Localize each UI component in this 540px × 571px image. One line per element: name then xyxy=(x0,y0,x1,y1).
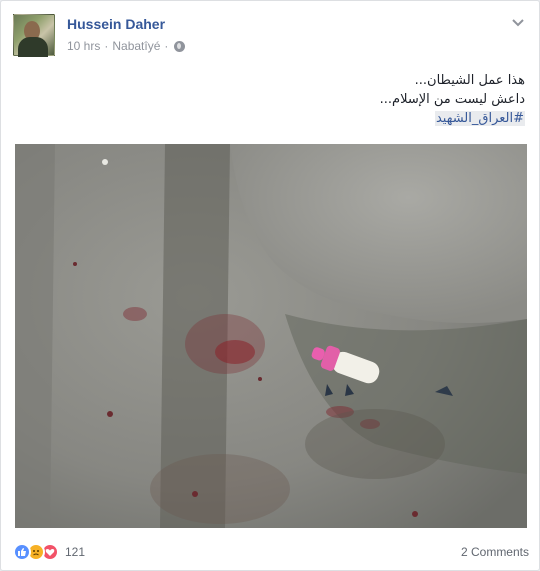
post-footer: 121 2 Comments xyxy=(13,540,529,564)
post-timestamp[interactable]: 10 hrs xyxy=(67,39,100,53)
chevron-down-icon[interactable] xyxy=(511,15,525,29)
post-photo[interactable] xyxy=(15,144,527,528)
meta-separator: · xyxy=(104,39,109,53)
author-avatar[interactable] xyxy=(13,14,55,57)
avatar-body xyxy=(18,37,48,57)
like-icon xyxy=(13,543,31,561)
reactions-summary[interactable]: 121 xyxy=(13,543,85,561)
post-text-line-2: داعش ليست من الإسلام... xyxy=(379,92,525,107)
author-name-link[interactable]: Hussein Daher xyxy=(67,16,165,32)
reaction-count[interactable]: 121 xyxy=(65,545,85,559)
post-location[interactable]: Nabatîyé xyxy=(112,39,160,53)
post-meta: 10 hrs · Nabatîyé · xyxy=(67,39,186,53)
post-text: هذا عمل الشيطان... داعش ليست من الإسلام.… xyxy=(25,71,525,128)
post-text-line-1: هذا عمل الشيطان... xyxy=(414,73,525,88)
globe-icon[interactable] xyxy=(174,40,186,52)
post-card: Hussein Daher 10 hrs · Nabatîyé · هذا عم… xyxy=(0,0,540,571)
comments-count-link[interactable]: 2 Comments xyxy=(461,545,529,559)
meta-separator-2: · xyxy=(164,39,169,53)
hashtag-link[interactable]: #العراق_الشهيد xyxy=(434,111,525,126)
